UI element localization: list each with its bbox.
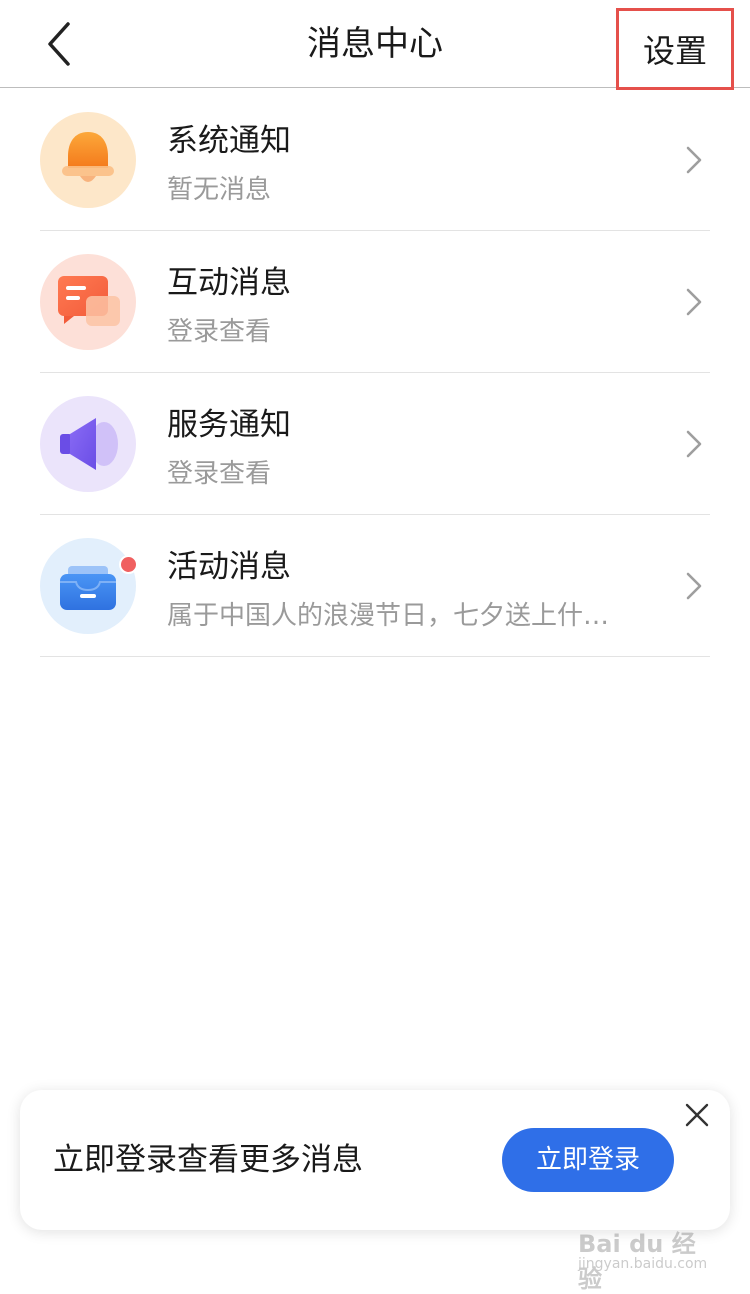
list-item-service-notice[interactable]: 服务通知 登录查看 — [0, 373, 750, 515]
chevron-right-icon — [686, 572, 702, 600]
message-title: 系统通知 — [167, 123, 291, 159]
message-title: 活动消息 — [167, 549, 291, 585]
list-item-system-notice[interactable]: 系统通知 暂无消息 — [0, 89, 750, 231]
login-button[interactable]: 立即登录 — [502, 1128, 674, 1192]
message-list: 系统通知 暂无消息 互动消息 登录查看 服务通知 登录查看 活动消息 属于中国人… — [0, 89, 750, 657]
chevron-right-icon — [686, 146, 702, 174]
speaker-icon — [40, 396, 136, 492]
close-icon[interactable] — [682, 1100, 712, 1130]
login-prompt-text: 立即登录查看更多消息 — [53, 1142, 363, 1178]
bell-icon — [40, 112, 136, 208]
settings-button[interactable]: 设置 — [616, 8, 734, 90]
chat-bubble-icon — [40, 254, 136, 350]
login-banner: 立即登录查看更多消息 立即登录 — [20, 1090, 730, 1230]
message-subtitle: 登录查看 — [167, 459, 272, 489]
nav-bar: 消息中心 设置 — [0, 0, 750, 90]
chevron-right-icon — [686, 430, 702, 458]
message-title: 互动消息 — [167, 265, 291, 301]
watermark-url: jingyan.baidu.com — [578, 1256, 708, 1272]
inbox-icon — [40, 538, 136, 634]
list-item-interaction[interactable]: 互动消息 登录查看 — [0, 231, 750, 373]
message-title: 服务通知 — [167, 407, 291, 443]
chevron-right-icon — [686, 288, 702, 316]
unread-badge — [119, 555, 138, 574]
list-item-activity[interactable]: 活动消息 属于中国人的浪漫节日，七夕送上什… — [0, 515, 750, 657]
message-subtitle: 登录查看 — [167, 317, 272, 347]
watermark: Bai du 经验 jingyan.baidu.com — [578, 1222, 718, 1293]
message-subtitle: 属于中国人的浪漫节日，七夕送上什… — [167, 601, 610, 631]
message-subtitle: 暂无消息 — [167, 175, 272, 205]
divider — [40, 656, 710, 657]
